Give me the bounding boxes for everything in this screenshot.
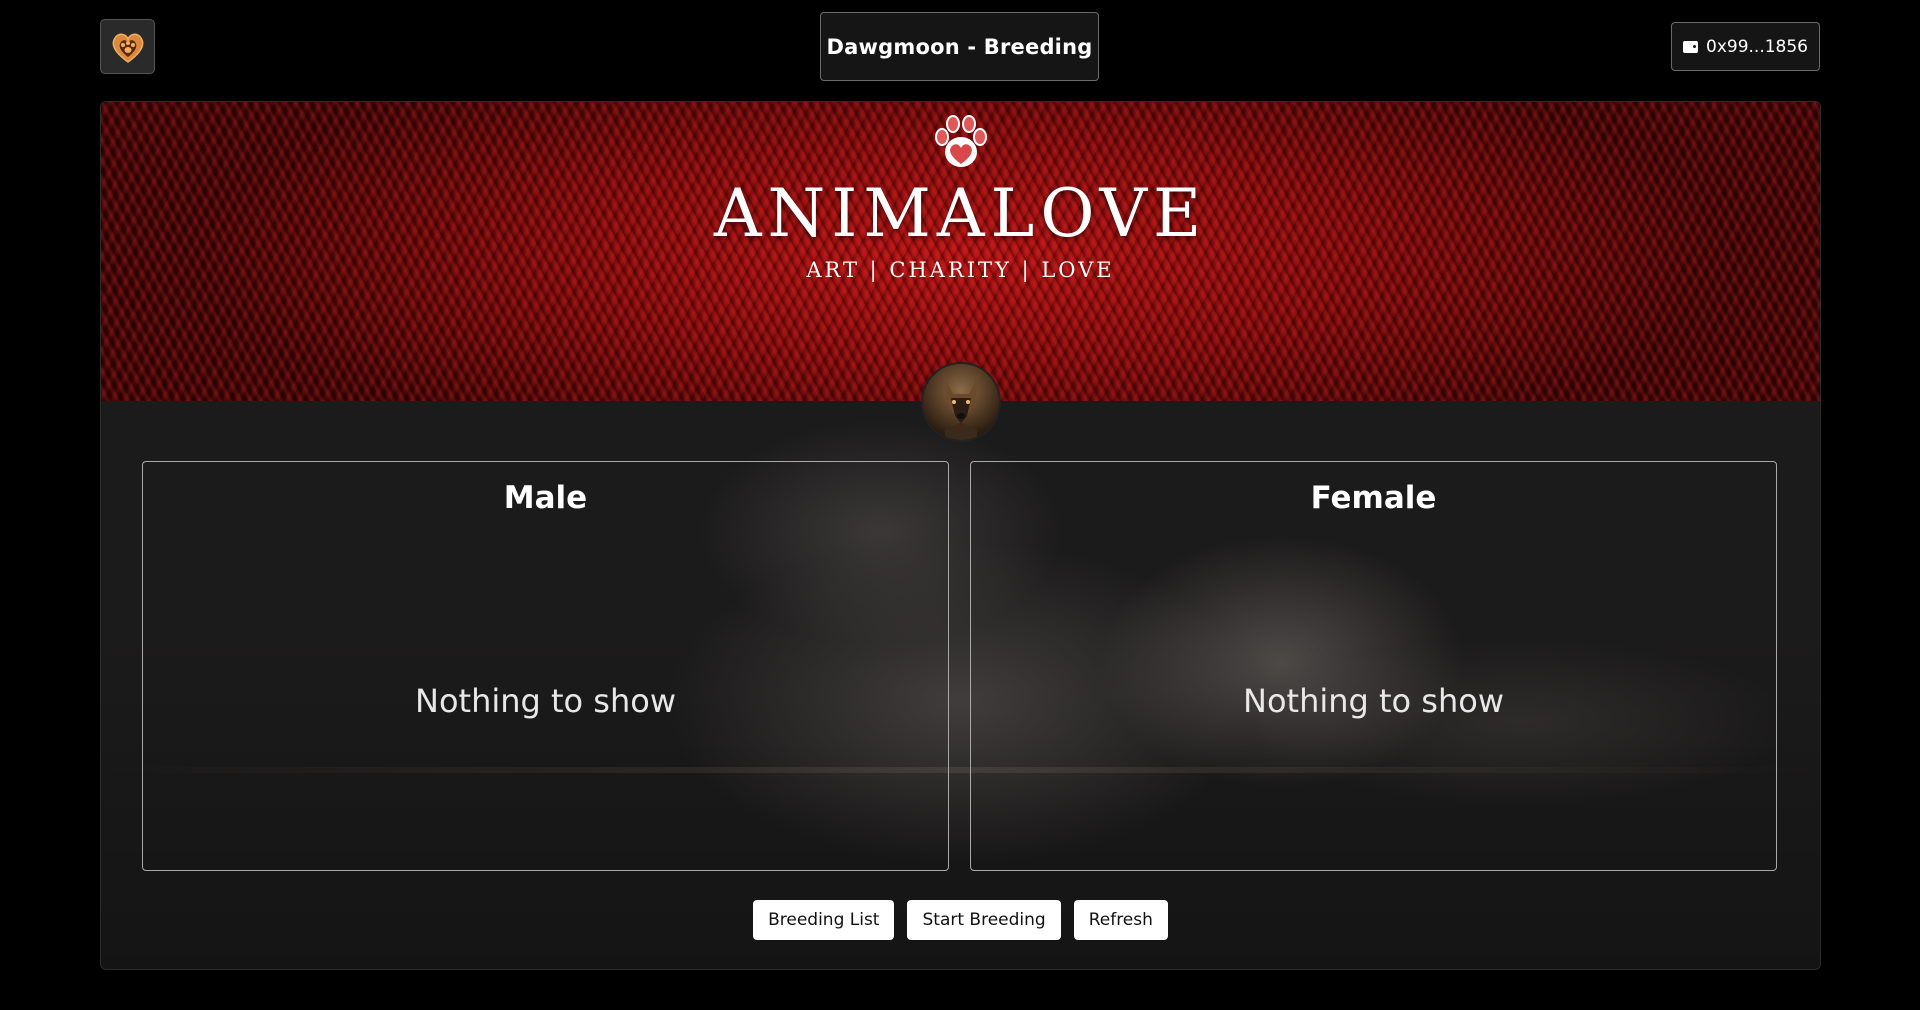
female-panel-title: Female [1310, 480, 1437, 516]
brand-tagline: ART | CHARITY | LOVE [806, 258, 1115, 282]
breeding-list-button[interactable]: Breeding List [753, 900, 895, 940]
brand-title: ANIMALOVE [713, 175, 1208, 252]
heart-paw-icon [112, 33, 143, 63]
action-bar: Breeding List Start Breeding Refresh [101, 900, 1820, 940]
wallet-icon [1683, 40, 1698, 53]
start-breeding-button[interactable]: Start Breeding [907, 900, 1061, 940]
avatar [921, 362, 1001, 442]
banner: ANIMALOVE ART | CHARITY | LOVE [101, 102, 1820, 401]
male-panel-title: Male [503, 480, 588, 516]
male-panel: Male Nothing to show [142, 461, 949, 871]
page: Dawgmoon - Breeding 0x99...1856 ANIMALOV… [0, 0, 1920, 1010]
male-empty-message: Nothing to show [415, 682, 676, 720]
female-panel: Female Nothing to show [970, 461, 1777, 871]
paw-heart-icon [935, 115, 987, 167]
dog-avatar-image [943, 374, 979, 440]
home-logo-button[interactable] [100, 19, 155, 74]
wallet-button[interactable]: 0x99...1856 [1671, 22, 1820, 71]
page-title: Dawgmoon - Breeding [820, 12, 1099, 81]
breeding-card: ANIMALOVE ART | CHARITY | LOVE Male Noth… [100, 101, 1821, 970]
wallet-address: 0x99...1856 [1706, 36, 1808, 57]
female-empty-message: Nothing to show [1243, 682, 1504, 720]
refresh-button[interactable]: Refresh [1073, 900, 1168, 940]
